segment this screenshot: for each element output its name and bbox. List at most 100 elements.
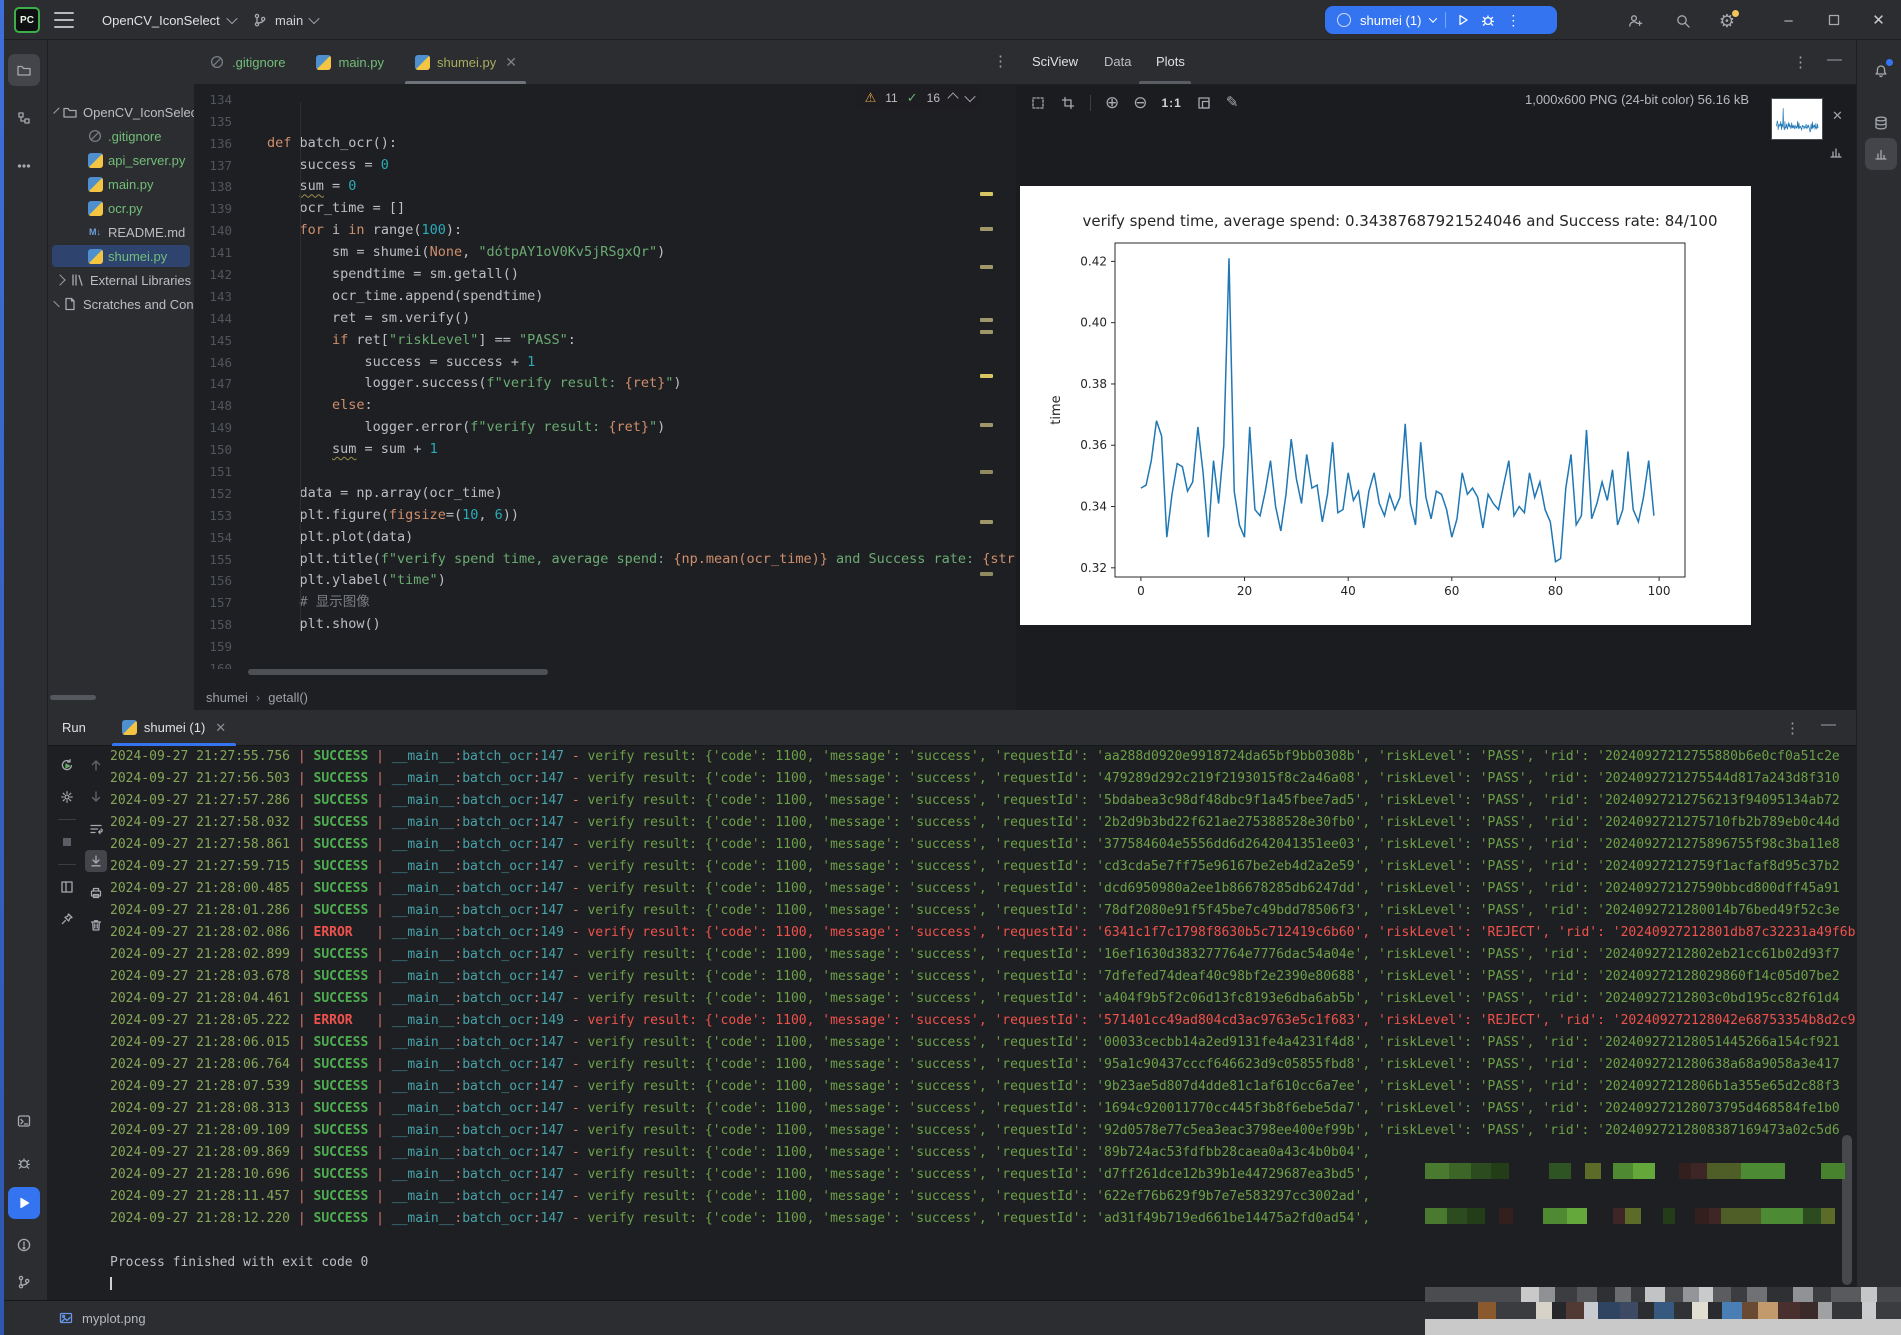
pin-button[interactable] [56,908,78,930]
stripe-button-run[interactable] [8,1187,40,1219]
project-selector[interactable]: OpenCV_IconSelect [96,8,242,32]
thumbnail-chart-icon[interactable] [1828,144,1844,160]
frame-icon[interactable] [1030,95,1046,111]
editor-tabs-more-icon[interactable]: ⋮ [993,52,1008,70]
minimize-button[interactable]: – [1766,0,1811,40]
project-tree-scrollbar[interactable] [50,695,96,700]
inspection-mark[interactable] [980,318,993,322]
warning-icon: ⚠ [864,90,877,105]
inspection-mark[interactable] [980,265,993,269]
status-file[interactable]: myplot.png [58,1310,146,1326]
scrollend-button[interactable] [85,850,107,872]
run-minimize-icon[interactable]: — [1821,716,1836,733]
inspection-mark[interactable] [980,572,993,576]
stripe-button-debug[interactable] [8,1147,40,1179]
actual-size-button[interactable]: 1:1 [1162,96,1182,110]
print-button[interactable] [85,882,107,904]
crop-icon[interactable] [1060,95,1076,111]
inspection-mark[interactable] [980,374,993,378]
tree-item-shumei-py[interactable]: shumei.py [48,244,194,268]
sciview-minimize-icon[interactable]: — [1827,51,1842,68]
breadcrumb[interactable]: shumei › getall() [206,684,308,710]
close-button[interactable]: ✕ [1856,0,1901,40]
tree-item-ocr-py[interactable]: ocr.py [48,196,194,220]
plot-thumbnail[interactable] [1771,98,1823,140]
debug-button[interactable] [1480,12,1496,28]
tab-data[interactable]: Data [1104,54,1131,69]
down-button[interactable] [85,786,107,808]
thumbnail-close-icon[interactable]: ✕ [1832,108,1843,124]
chevron-right-icon[interactable] [53,300,60,308]
code-area[interactable]: 1331341351361371381391401411421431441451… [194,85,1016,669]
run-header: Run shumei (1) ✕ ⋮ — [48,710,1856,746]
zoom-out-icon[interactable]: ⊖ [1133,94,1147,111]
inspection-mark[interactable] [980,470,993,474]
run-button[interactable] [1455,12,1471,28]
inspection-mark[interactable] [980,192,993,196]
stripe-button-folder[interactable] [8,54,40,86]
split-button[interactable] [56,876,78,898]
tree-item-scratches-and-consoles[interactable]: Scratches and Consoles [48,292,194,316]
svg-text:0.40: 0.40 [1080,316,1107,330]
softwrap-button[interactable] [85,818,107,840]
stripe-button-terminal[interactable] [8,1105,40,1137]
add-user-button[interactable] [1624,10,1646,32]
console-caret[interactable] [110,1277,112,1290]
fit-to-window-icon[interactable] [1196,95,1212,111]
inspection-mark[interactable] [980,520,993,524]
settings-gear-icon[interactable]: ⚙ [1716,10,1739,32]
search-icon[interactable] [1672,10,1694,32]
main-menu-icon[interactable] [54,12,74,28]
zoom-in-icon[interactable]: ⊕ [1105,94,1119,111]
status-file-name: myplot.png [82,1310,146,1326]
previous-problem-button[interactable] [947,92,959,104]
run-options-icon[interactable]: ⋮ [1785,719,1800,737]
close-icon[interactable]: ✕ [215,720,226,736]
tab-plots[interactable]: Plots [1156,54,1185,69]
tree-item-readme-md[interactable]: M↓ README.md [48,220,194,244]
inspections-widget[interactable]: ⚠ 11 ✓ 16 [856,86,982,110]
stripe-button-sciview-chart[interactable] [1865,138,1897,170]
stripe-button-more[interactable] [8,150,40,182]
more-actions-button[interactable]: ⋮ [1505,12,1521,28]
code-line: spendtime = sm.getall() [267,266,519,283]
gear-button[interactable] [56,786,78,808]
editor-tab-shumei-py[interactable]: shumei.py ✕ [399,40,532,84]
breadcrumb-item[interactable]: shumei [206,690,248,705]
stripe-button-structure[interactable] [8,102,40,134]
next-problem-button[interactable] [964,90,976,103]
stripe-button-database[interactable] [1865,107,1897,139]
stop-button[interactable] [56,831,78,853]
stripe-button-problems[interactable] [8,1229,40,1261]
tree-item-main-py[interactable]: main.py [48,172,194,196]
inspection-mark[interactable] [980,330,993,334]
tree-item-api-server-py[interactable]: api_server.py [48,148,194,172]
inspection-mark[interactable] [980,227,993,231]
plot-image[interactable]: verify spend time, average spend: 0.3438… [1020,186,1751,625]
maximize-button[interactable] [1811,0,1856,40]
libraries-icon [69,272,85,288]
run-widget[interactable]: shumei (1) ⋮ [1325,6,1557,34]
tree-item-opencv-iconselect[interactable]: OpenCV_IconSelect [48,100,194,124]
stripe-button-version-control[interactable] [8,1266,40,1298]
up-button[interactable] [85,754,107,776]
editor-horizontal-scrollbar[interactable] [248,669,548,675]
rerun-button[interactable] [56,754,78,776]
edit-externally-icon[interactable]: ✎ [1226,95,1239,110]
run-toolbar-right [85,754,107,936]
chevron-right-icon[interactable] [54,274,66,286]
code-line: ocr_time.append(spendtime) [267,287,544,304]
branch-selector[interactable]: main [246,8,324,32]
tree-item-external-libraries[interactable]: External Libraries [48,268,194,292]
chevron-down-icon[interactable] [53,107,60,114]
close-icon[interactable]: ✕ [505,54,517,71]
editor-tab--gitignore[interactable]: .gitignore [194,40,300,84]
editor-tab-main-py[interactable]: main.py [300,40,399,84]
run-tab[interactable]: shumei (1) ✕ [111,710,237,746]
sciview-options-icon[interactable]: ⋮ [1793,53,1808,71]
tree-item--gitignore[interactable]: .gitignore [48,124,194,148]
stripe-button-notifications[interactable] [1865,55,1897,87]
trash-button[interactable] [85,914,107,936]
breadcrumb-item[interactable]: getall() [268,690,308,705]
inspection-mark[interactable] [980,423,993,427]
